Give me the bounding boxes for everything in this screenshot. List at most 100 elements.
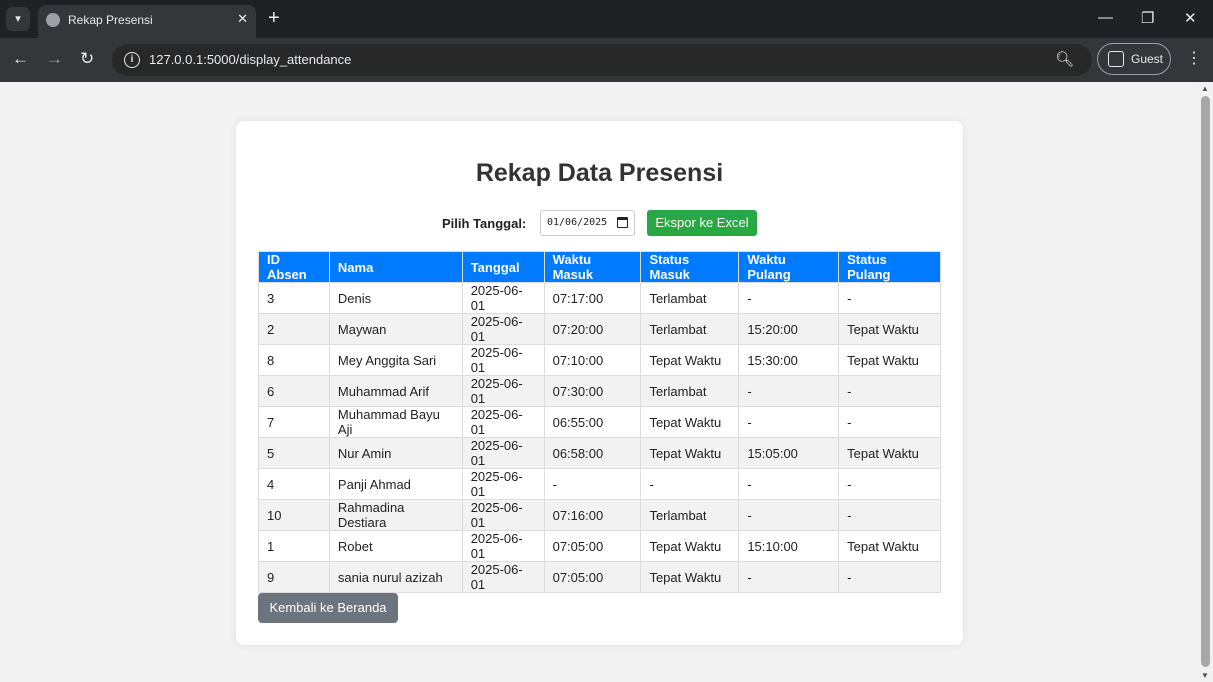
menu-icon[interactable]: ⋮ <box>1186 48 1202 68</box>
table-cell: 9 <box>258 561 330 593</box>
table-cell: 2025-06-01 <box>461 344 545 376</box>
page-scrollbar[interactable]: ▲ ▼ <box>1198 82 1213 682</box>
table-cell: 2025-06-01 <box>461 375 545 407</box>
attendance-card: Rekap Data Presensi Pilih Tanggal: 01/06… <box>236 121 963 645</box>
scroll-down-icon[interactable]: ▼ <box>1201 671 1209 680</box>
tab-bar: ▾ Rekap Presensi ✕ + — ❐ ✕ <box>0 0 1213 38</box>
export-excel-button[interactable]: Ekspor ke Excel <box>647 210 757 236</box>
table-cell: 07:10:00 <box>543 344 642 376</box>
zoom-icon[interactable]: 🔍︎ <box>1055 50 1074 68</box>
table-cell: - <box>838 561 941 593</box>
header-waktu-pulang: Waktu Pulang <box>738 251 840 283</box>
table-row: 9 sania nurul azizah 2025-06-01 07:05:00 Tep… <box>258 561 941 593</box>
table-cell: Muhammad Arif <box>328 375 463 407</box>
table-cell: - <box>738 406 840 438</box>
table-cell: Maywan <box>328 313 463 345</box>
scroll-thumb[interactable] <box>1201 96 1210 667</box>
table-cell: - <box>640 468 740 500</box>
table-cell: Tepat Waktu <box>640 344 740 376</box>
table-cell: 06:55:00 <box>543 406 642 438</box>
table-cell: Tepat Waktu <box>838 437 941 469</box>
table-cell: - <box>738 282 840 314</box>
page-title: Rekap Data Presensi <box>475 159 724 187</box>
table-row: 5 Nur Amin 2025-06-01 06:58:00 Tepat Waktu 15… <box>258 437 941 469</box>
table-cell: 6 <box>258 375 330 407</box>
table-cell: - <box>543 468 642 500</box>
table-cell: Muhammad Bayu Aji <box>328 406 463 438</box>
table-cell: sania nurul azizah <box>328 561 463 593</box>
attendance-table: ID Absen Nama Tanggal Waktu Masuk Status… <box>258 251 941 593</box>
site-info-icon[interactable]: i <box>124 52 140 68</box>
table-header-row: ID Absen Nama Tanggal Waktu Masuk Status… <box>258 251 941 283</box>
table-row: 6 Muhammad Arif 2025-06-01 07:30:00 Terlamba… <box>258 375 941 407</box>
table-cell: Tepat Waktu <box>640 530 740 562</box>
table-cell: 2025-06-01 <box>461 313 545 345</box>
table-cell: Tepat Waktu <box>838 530 941 562</box>
restore-button[interactable]: ❐ <box>1141 9 1154 27</box>
table-cell: 07:05:00 <box>543 561 642 593</box>
table-cell: Terlambat <box>640 282 740 314</box>
browser-toolbar: ← → ↻ i 127.0.0.1:5000/display_attendanc… <box>0 38 1213 82</box>
table-cell: - <box>838 282 941 314</box>
table-row: 4 Panji Ahmad 2025-06-01- - - - <box>258 468 941 500</box>
table-cell: 3 <box>258 282 330 314</box>
tab-search-button[interactable]: ▾ <box>6 7 30 31</box>
table-cell: Robet <box>328 530 463 562</box>
table-cell: 07:05:00 <box>543 530 642 562</box>
table-row: 3 Denis 2025-06-01 07:17:00 Terlambat - - <box>258 282 941 314</box>
table-cell: - <box>738 499 840 531</box>
url-text[interactable]: 127.0.0.1:5000/display_attendance <box>149 52 351 67</box>
table-cell: 15:20:00 <box>738 313 840 345</box>
scroll-up-icon[interactable]: ▲ <box>1201 84 1209 93</box>
table-row: 10 Rahmadina Destiara 2025-06-01 07:16:00 Te… <box>258 499 941 531</box>
close-window-button[interactable]: ✕ <box>1184 9 1197 27</box>
date-label: Pilih Tanggal: <box>442 216 527 231</box>
profile-icon <box>1108 51 1124 67</box>
tab-title: Rekap Presensi <box>68 13 153 27</box>
header-tanggal: Tanggal <box>461 251 545 283</box>
table-cell: 15:30:00 <box>738 344 840 376</box>
table-cell: Mey Anggita Sari <box>328 344 463 376</box>
table-cell: 07:30:00 <box>543 375 642 407</box>
back-arrow-icon[interactable]: ← <box>12 49 29 69</box>
table-cell: 2025-06-01 <box>461 468 545 500</box>
table-cell: 15:05:00 <box>738 437 840 469</box>
table-cell: - <box>838 406 941 438</box>
table-cell: 2 <box>258 313 330 345</box>
browser-tab[interactable]: Rekap Presensi ✕ <box>38 5 256 38</box>
table-cell: Tepat Waktu <box>838 313 941 345</box>
forward-arrow-icon[interactable]: → <box>46 49 63 69</box>
table-cell: 07:17:00 <box>543 282 642 314</box>
table-cell: Tepat Waktu <box>838 344 941 376</box>
table-row: 8 Mey Anggita Sari 2025-06-01 07:10:00 Tepat… <box>258 344 941 376</box>
table-cell: 5 <box>258 437 330 469</box>
table-cell: 7 <box>258 406 330 438</box>
table-cell: 4 <box>258 468 330 500</box>
table-cell: - <box>838 499 941 531</box>
table-cell: 07:20:00 <box>543 313 642 345</box>
date-value[interactable]: 01/06/2025 <box>547 217 607 228</box>
table-row: 2 Maywan 2025-06-01 07:20:00 Terlambat 15:20:… <box>258 313 941 345</box>
new-tab-button[interactable]: + <box>268 7 280 29</box>
minimize-button[interactable]: — <box>1098 9 1113 26</box>
reload-icon[interactable]: ↻ <box>80 49 94 69</box>
table-cell: Nur Amin <box>328 437 463 469</box>
table-cell: Rahmadina Destiara <box>328 499 463 531</box>
table-cell: 8 <box>258 344 330 376</box>
close-tab-icon[interactable]: ✕ <box>237 11 248 27</box>
address-bar[interactable]: i 127.0.0.1:5000/display_attendance 🔍︎ <box>112 44 1092 76</box>
profile-button[interactable]: Guest <box>1097 43 1171 75</box>
date-picker-input[interactable]: 01/06/2025 <box>540 210 635 236</box>
table-cell: Terlambat <box>640 313 740 345</box>
header-status-pulang: Status Pulang <box>838 251 941 283</box>
header-status-masuk: Status Masuk <box>640 251 740 283</box>
calendar-icon[interactable] <box>617 217 628 228</box>
table-cell: 07:16:00 <box>543 499 642 531</box>
table-cell: - <box>738 561 840 593</box>
table-cell: 10 <box>258 499 330 531</box>
table-cell: Panji Ahmad <box>328 468 463 500</box>
table-cell: 2025-06-01 <box>461 437 545 469</box>
header-waktu-masuk: Waktu Masuk <box>543 251 642 283</box>
back-to-home-button[interactable]: Kembali ke Beranda <box>258 593 398 623</box>
table-row: 7 Muhammad Bayu Aji 2025-06-01 06:55:00 Tepa… <box>258 406 941 438</box>
